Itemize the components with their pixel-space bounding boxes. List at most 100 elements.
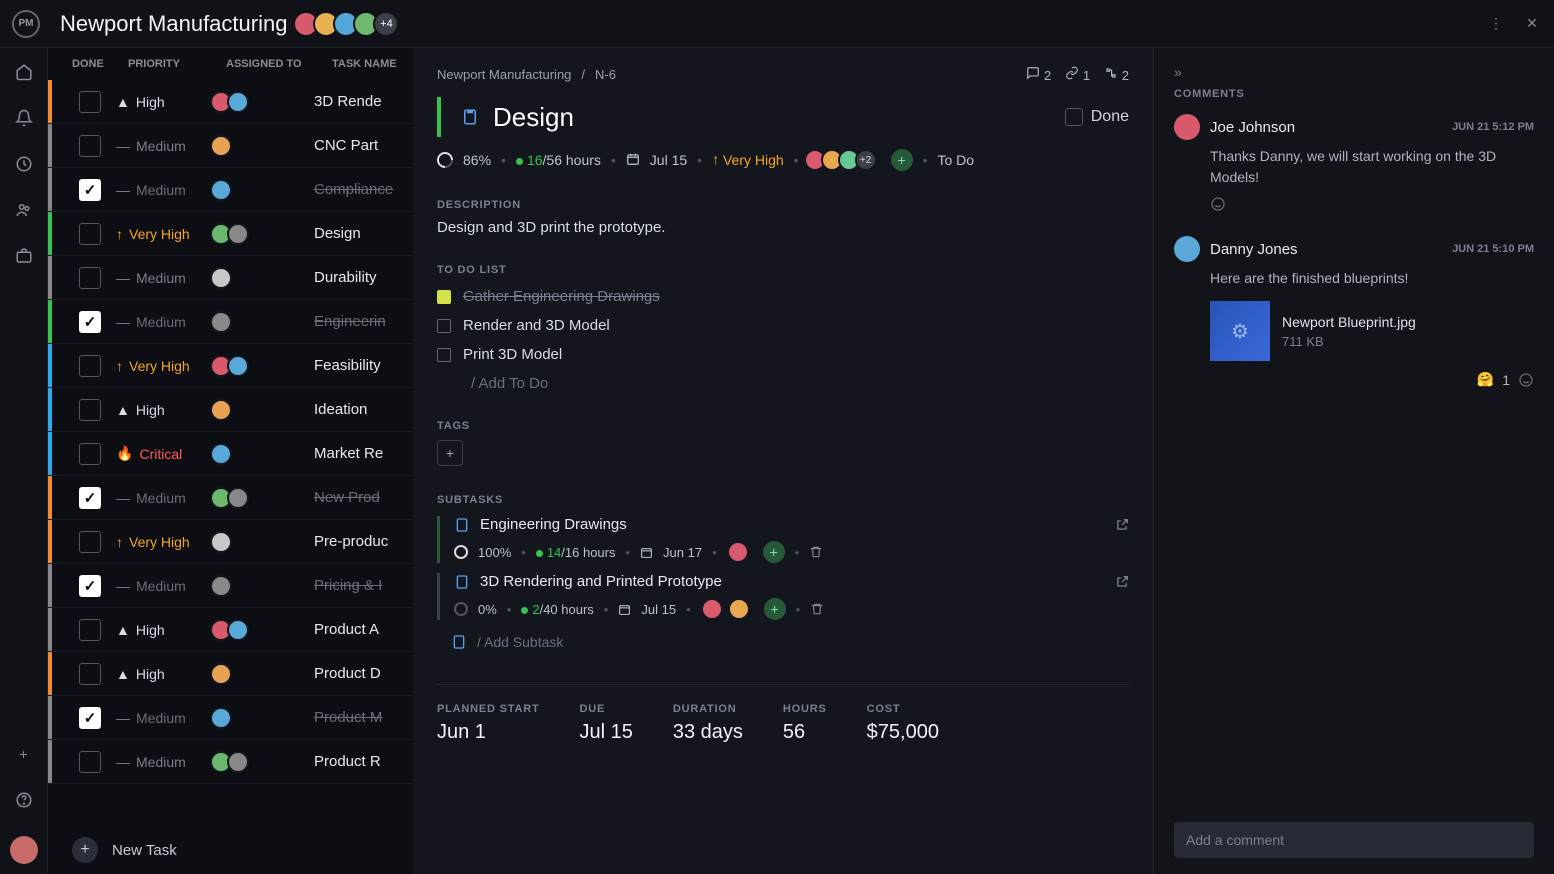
add-assignee-button[interactable]: + bbox=[763, 541, 785, 563]
people-icon[interactable] bbox=[14, 200, 34, 220]
priority-cell[interactable]: ↑Very High bbox=[110, 534, 208, 550]
done-checkbox[interactable]: ✓ bbox=[79, 619, 101, 641]
task-row[interactable]: ✓ ↑Very High Pre-produc bbox=[48, 520, 413, 564]
todo-item[interactable]: Render and 3D Model bbox=[437, 311, 1129, 340]
priority-cell[interactable]: ↑Very High bbox=[110, 358, 208, 374]
task-row[interactable]: ✓ —Medium Engineerin bbox=[48, 300, 413, 344]
add-todo-button[interactable]: / Add To Do bbox=[437, 375, 1129, 392]
done-checkbox[interactable]: ✓ bbox=[79, 751, 101, 773]
task-row[interactable]: ✓ —Medium New Prod bbox=[48, 476, 413, 520]
col-priority[interactable]: PRIORITY bbox=[128, 58, 226, 70]
priority-cell[interactable]: —Medium bbox=[110, 710, 208, 726]
priority-cell[interactable]: ▲High bbox=[110, 94, 208, 110]
more-icon[interactable]: ⋮ bbox=[1486, 14, 1506, 34]
assignee-cell[interactable] bbox=[208, 135, 314, 157]
done-checkbox[interactable]: ✓ bbox=[79, 179, 101, 201]
priority-cell[interactable]: ↑Very High bbox=[110, 226, 208, 242]
done-checkbox[interactable]: ✓ bbox=[79, 223, 101, 245]
task-row[interactable]: ✓ ↑Very High Design bbox=[48, 212, 413, 256]
subtask-progress[interactable]: 0% bbox=[478, 602, 497, 617]
project-title[interactable]: Newport Manufacturing bbox=[60, 11, 287, 37]
task-row[interactable]: ✓ —Medium Product R bbox=[48, 740, 413, 784]
react-icon[interactable] bbox=[1210, 196, 1534, 212]
assignee-cell[interactable] bbox=[208, 267, 314, 289]
recent-icon[interactable] bbox=[14, 154, 34, 174]
assignee-cell[interactable] bbox=[208, 91, 314, 113]
priority-cell[interactable]: —Medium bbox=[110, 578, 208, 594]
task-row[interactable]: ✓ ▲High 3D Rende bbox=[48, 80, 413, 124]
summary-item[interactable]: HOURS 56 bbox=[783, 703, 827, 744]
subtask-due[interactable]: Jul 15 bbox=[641, 602, 676, 617]
user-avatar[interactable] bbox=[10, 836, 38, 864]
done-checkbox[interactable]: ✓ bbox=[79, 399, 101, 421]
avatar-more[interactable]: +4 bbox=[373, 11, 399, 37]
subtask-hours[interactable]: 2/40 hours bbox=[521, 602, 593, 617]
done-checkbox[interactable]: ✓ bbox=[79, 443, 101, 465]
add-subtask-button[interactable]: / Add Subtask bbox=[437, 634, 1129, 650]
col-assigned[interactable]: ASSIGNED TO bbox=[226, 58, 332, 70]
status-label[interactable]: To Do bbox=[937, 152, 974, 168]
subtask[interactable]: Engineering Drawings 100% • 14/16 hours … bbox=[437, 516, 1129, 563]
col-done[interactable]: DONE bbox=[72, 58, 128, 70]
task-row[interactable]: ✓ ▲High Ideation bbox=[48, 388, 413, 432]
add-assignee-button[interactable]: + bbox=[891, 149, 913, 171]
todo-checkbox[interactable] bbox=[437, 319, 451, 333]
subtask-progress[interactable]: 100% bbox=[478, 545, 511, 560]
priority-cell[interactable]: ▲High bbox=[110, 402, 208, 418]
todo-checkbox[interactable] bbox=[437, 348, 451, 362]
assignee-cell[interactable] bbox=[208, 663, 314, 685]
todo-item[interactable]: Print 3D Model bbox=[437, 340, 1129, 369]
todo-checkbox[interactable] bbox=[437, 290, 451, 304]
comment-author[interactable]: Danny Jones bbox=[1210, 241, 1298, 258]
help-icon[interactable] bbox=[14, 790, 34, 810]
task-title[interactable]: Design bbox=[493, 102, 574, 133]
priority-cell[interactable]: 🔥Critical bbox=[110, 445, 208, 462]
assignee-cell[interactable] bbox=[208, 751, 314, 773]
close-icon[interactable]: ✕ bbox=[1522, 14, 1542, 34]
col-name[interactable]: TASK NAME bbox=[332, 58, 401, 70]
open-subtask-icon[interactable] bbox=[1115, 575, 1129, 589]
assignee-cell[interactable] bbox=[208, 399, 314, 421]
hours-worked[interactable]: 16/56 hours bbox=[516, 152, 601, 168]
comment-avatar[interactable] bbox=[1174, 114, 1200, 140]
assignee-cell[interactable] bbox=[208, 531, 314, 553]
done-checkbox[interactable]: ✓ bbox=[79, 135, 101, 157]
comment-avatar[interactable] bbox=[1174, 236, 1200, 262]
priority-badge[interactable]: ↑ Very High bbox=[712, 152, 784, 168]
assignee-cell[interactable] bbox=[208, 575, 314, 597]
done-checkbox[interactable]: ✓ bbox=[79, 663, 101, 685]
breadcrumb-id[interactable]: N-6 bbox=[595, 67, 616, 82]
todo-item[interactable]: Gather Engineering Drawings bbox=[437, 282, 1129, 311]
assignee-cell[interactable] bbox=[208, 443, 314, 465]
task-row[interactable]: ✓ ↑Very High Feasibility bbox=[48, 344, 413, 388]
trash-icon[interactable] bbox=[809, 545, 823, 559]
assignee-cell[interactable] bbox=[208, 707, 314, 729]
task-row[interactable]: ✓ ▲High Product D bbox=[48, 652, 413, 696]
priority-cell[interactable]: ▲High bbox=[110, 622, 208, 638]
done-checkbox[interactable]: ✓ bbox=[79, 311, 101, 333]
task-row[interactable]: ✓ —Medium Durability bbox=[48, 256, 413, 300]
subtask-due[interactable]: Jun 17 bbox=[663, 545, 702, 560]
comment-input[interactable]: Add a comment bbox=[1174, 822, 1534, 858]
add-tag-button[interactable]: + bbox=[437, 440, 463, 466]
done-checkbox[interactable]: ✓ bbox=[79, 487, 101, 509]
done-checkbox[interactable]: ✓ bbox=[79, 531, 101, 553]
trash-icon[interactable] bbox=[810, 602, 824, 616]
task-row[interactable]: ✓ —Medium Pricing & I bbox=[48, 564, 413, 608]
new-task-button[interactable]: + New Task bbox=[48, 826, 413, 874]
attachment[interactable]: ⚙ Newport Blueprint.jpg 711 KB bbox=[1210, 301, 1534, 361]
progress-percent[interactable]: 86% bbox=[463, 152, 491, 168]
done-toggle[interactable]: Done bbox=[1065, 108, 1129, 126]
briefcase-icon[interactable] bbox=[14, 246, 34, 266]
assignee-cell[interactable] bbox=[208, 355, 314, 377]
assignee-cell[interactable] bbox=[208, 311, 314, 333]
subtask[interactable]: 3D Rendering and Printed Prototype 0% • … bbox=[437, 573, 1129, 620]
assignee-cell[interactable] bbox=[208, 223, 314, 245]
done-checkbox[interactable]: ✓ bbox=[79, 355, 101, 377]
comments-count[interactable]: 2 bbox=[1026, 66, 1051, 83]
add-icon[interactable]: + bbox=[14, 744, 34, 764]
priority-cell[interactable]: —Medium bbox=[110, 314, 208, 330]
due-date[interactable]: Jul 15 bbox=[650, 152, 687, 168]
add-assignee-button[interactable]: + bbox=[764, 598, 786, 620]
priority-cell[interactable]: —Medium bbox=[110, 138, 208, 154]
